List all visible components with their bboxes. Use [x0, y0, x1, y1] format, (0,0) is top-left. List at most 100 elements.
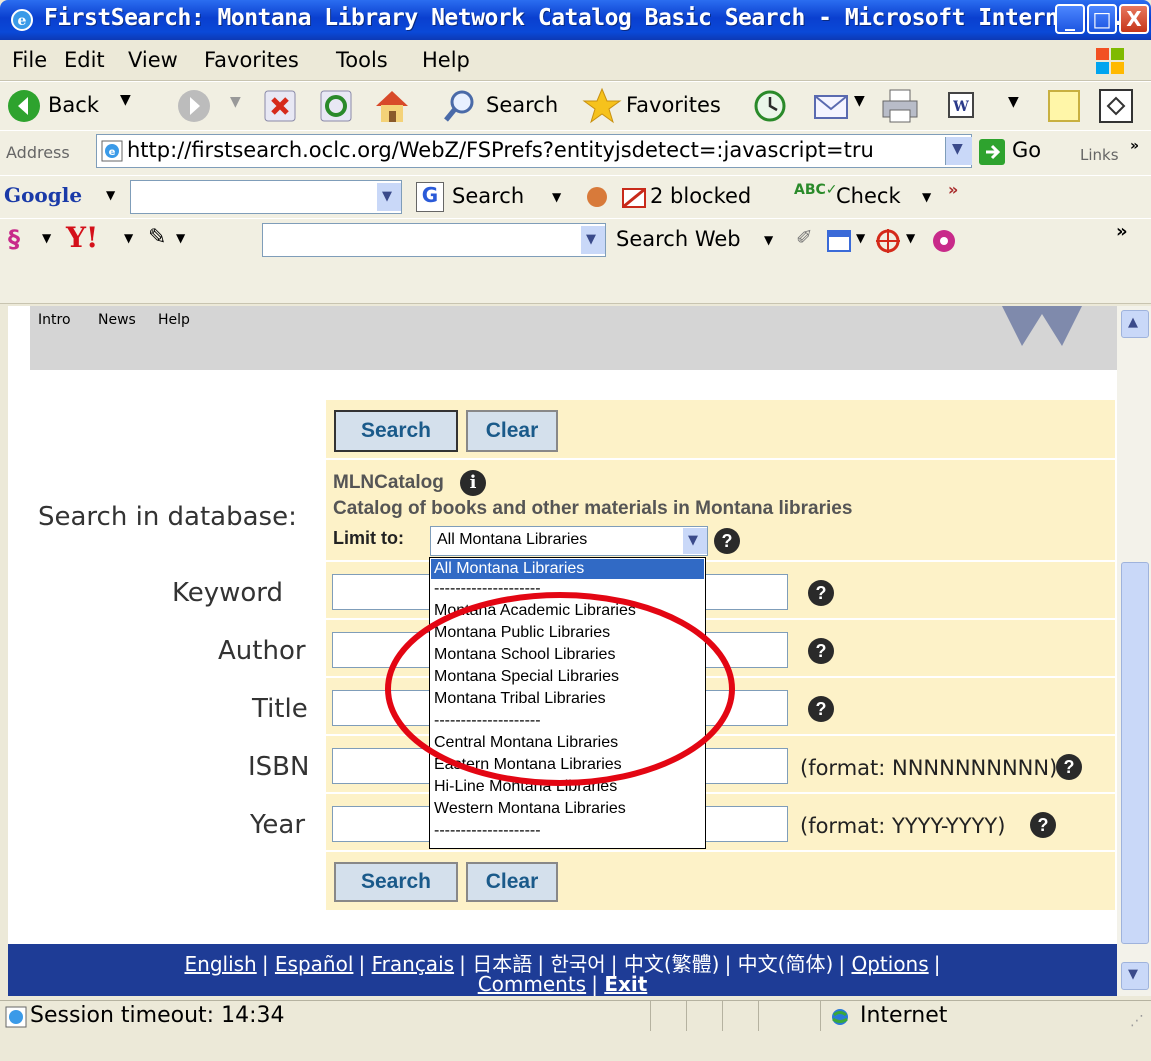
check-dropdown-icon: ▼	[922, 190, 932, 204]
google-logo[interactable]: Google	[4, 183, 82, 207]
comments-link[interactable]: Comments	[478, 972, 586, 996]
go-button[interactable]: Go	[978, 136, 1050, 168]
links-label[interactable]: Links	[1080, 146, 1119, 164]
vertical-scrollbar[interactable]: ▲ ▼	[1117, 306, 1151, 996]
nav-intro[interactable]: Intro	[38, 312, 71, 328]
go-label: Go	[1012, 138, 1042, 162]
scroll-up-button[interactable]: ▲	[1121, 310, 1149, 338]
popup-blocker-button[interactable]: 2 blocked	[620, 182, 770, 214]
nav-help[interactable]: Help	[158, 312, 190, 328]
keyword-help-icon[interactable]: ?	[808, 580, 834, 606]
close-button[interactable]: X	[1119, 4, 1149, 34]
home-icon	[376, 91, 408, 122]
yahoo-search-input[interactable]: ▼	[262, 223, 606, 257]
chevron-down-icon: ▼	[382, 189, 392, 204]
bookmarks-icon[interactable]	[826, 229, 852, 253]
clear-button-bottom[interactable]: Clear	[466, 862, 558, 902]
page-icon: e	[101, 140, 123, 162]
notes-button[interactable]	[1046, 88, 1082, 124]
refresh-button[interactable]	[318, 88, 354, 124]
yahoo-spiral-icon[interactable]: §	[8, 225, 20, 253]
google-search-button[interactable]: G Search ▼	[416, 182, 566, 214]
menu-favorites[interactable]: Favorites	[204, 48, 299, 72]
search-web-dropdown-icon: ▼	[764, 233, 774, 247]
stop-button[interactable]	[262, 88, 298, 124]
resize-grip-icon[interactable]: ⋰	[1130, 1013, 1144, 1029]
ie-window-icon: e	[10, 8, 34, 32]
info-icon[interactable]: i	[460, 470, 486, 496]
google-menu-icon[interactable]: ▼	[106, 188, 115, 202]
yahoo-toolbar: § ▼ Y! ▼ ✎ ▼ ▼ Search Web ▼ ✐ ▼ ▼ »	[0, 218, 1151, 304]
messenger-button[interactable]	[1098, 88, 1134, 124]
pencil-dropdown-icon[interactable]: ▼	[176, 231, 185, 245]
limit-help-icon[interactable]: ?	[714, 528, 740, 554]
search-submit-button-top[interactable]: Search	[334, 410, 458, 452]
bookmarks-dropdown-icon[interactable]: ▼	[856, 231, 865, 245]
back-button[interactable]: Back ▼	[6, 88, 131, 124]
pagerank-icon[interactable]	[584, 184, 610, 210]
antispy-icon[interactable]	[874, 227, 902, 255]
option-all-montana[interactable]: All Montana Libraries	[434, 559, 584, 579]
pencil-icon[interactable]: ✎	[148, 225, 166, 250]
search-button[interactable]: Search	[442, 88, 582, 124]
scroll-thumb[interactable]	[1121, 562, 1149, 944]
limit-dropdown-button[interactable]: ▼	[683, 528, 707, 554]
zone-text: Internet	[860, 1003, 948, 1028]
option-western[interactable]: Western Montana Libraries	[434, 799, 626, 819]
search-submit-button-bottom[interactable]: Search	[334, 862, 458, 902]
title-bar[interactable]: e FirstSearch: Montana Library Network C…	[0, 0, 1151, 40]
word-edit-icon: W	[948, 92, 974, 118]
google-input-dropdown[interactable]: ▼	[377, 183, 401, 211]
chevron-up-icon: ▲	[1128, 315, 1138, 330]
menu-file[interactable]: File	[12, 48, 47, 72]
maximize-button[interactable]: □	[1087, 4, 1117, 34]
nav-news[interactable]: News	[98, 312, 136, 328]
exit-link[interactable]: Exit	[604, 972, 647, 996]
footer-second-line: Comments | Exit	[8, 972, 1117, 996]
minimize-button[interactable]: _	[1055, 4, 1085, 34]
links-chevron-icon[interactable]: »	[1130, 138, 1139, 154]
yahoo-logo[interactable]: Y!	[66, 221, 98, 254]
menu-tools[interactable]: Tools	[336, 48, 388, 72]
edit-dropdown-icon[interactable]: ▼	[1008, 94, 1019, 110]
menu-help[interactable]: Help	[422, 48, 470, 72]
mail-button[interactable]: ▼	[812, 88, 872, 124]
print-button[interactable]	[880, 88, 920, 124]
standard-toolbar: Back ▼ ▼ Search Favorites ▼ W ▼	[0, 81, 1151, 131]
svg-text:W: W	[952, 99, 969, 115]
spell-check-button[interactable]: ABC✓ Check ▼	[794, 182, 944, 214]
google-toolbar: Google ▼ ▼ G Search ▼ 2 blocked ABC✓ Che…	[0, 175, 1151, 219]
highlight-icon[interactable]: ✐	[796, 225, 813, 249]
page-status-icon	[5, 1006, 27, 1028]
yahoo-logo-dropdown-icon[interactable]: ▼	[124, 231, 133, 245]
author-help-icon[interactable]: ?	[808, 638, 834, 664]
yahoo-more-icon[interactable]: »	[1116, 221, 1128, 242]
isbn-help-icon[interactable]: ?	[1056, 754, 1082, 780]
limit-select[interactable]: All Montana Libraries ▼	[430, 526, 708, 556]
home-button[interactable]	[372, 86, 412, 126]
antispy-dropdown-icon[interactable]: ▼	[906, 231, 915, 245]
forward-button[interactable]	[176, 88, 212, 124]
menu-view[interactable]: View	[128, 48, 178, 72]
radio-icon[interactable]	[930, 227, 958, 255]
blocked-count: 2 blocked	[650, 184, 752, 208]
clear-button-top[interactable]: Clear	[466, 410, 558, 452]
database-description: Catalog of books and other materials in …	[333, 498, 853, 519]
scroll-down-button[interactable]: ▼	[1121, 962, 1149, 990]
google-more-icon[interactable]: »	[948, 180, 958, 199]
database-name: MLNCatalog	[333, 472, 444, 493]
address-input[interactable]: e http://firstsearch.oclc.org/WebZ/FSPre…	[96, 134, 972, 168]
yahoo-input-dropdown[interactable]: ▼	[581, 226, 605, 254]
year-help-icon[interactable]: ?	[1030, 812, 1056, 838]
favorites-button[interactable]: Favorites	[582, 86, 742, 126]
address-dropdown-button[interactable]: ▼	[945, 137, 972, 165]
google-search-input[interactable]: ▼	[130, 180, 402, 214]
history-button[interactable]	[752, 88, 788, 124]
menu-edit[interactable]: Edit	[64, 48, 105, 72]
yahoo-menu-icon[interactable]: ▼	[42, 231, 51, 245]
forward-dropdown-icon[interactable]: ▼	[230, 94, 241, 110]
title-help-icon[interactable]: ?	[808, 696, 834, 722]
search-web-button[interactable]: Search Web ▼	[612, 223, 784, 257]
forward-arrow-icon	[178, 90, 210, 122]
edit-button[interactable]: W	[946, 90, 976, 120]
